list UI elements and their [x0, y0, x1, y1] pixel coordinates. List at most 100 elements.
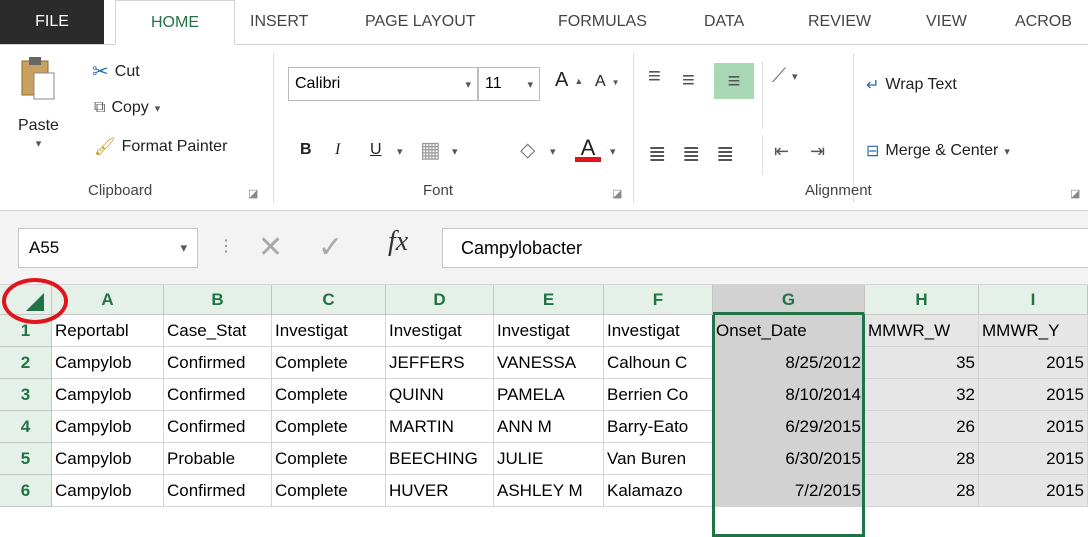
- tab-view[interactable]: VIEW: [926, 0, 967, 44]
- table-cell[interactable]: Van Buren: [604, 443, 713, 475]
- formula-input[interactable]: Campylobacter: [442, 228, 1088, 268]
- table-cell[interactable]: Campylob: [52, 347, 164, 379]
- table-cell[interactable]: Complete: [272, 347, 386, 379]
- clipboard-launcher-icon[interactable]: ◪: [248, 187, 258, 200]
- table-cell[interactable]: QUINN: [386, 379, 494, 411]
- align-top-icon[interactable]: ≡: [648, 63, 661, 89]
- table-cell[interactable]: 7/2/2015: [713, 475, 865, 507]
- alignment-launcher-icon[interactable]: ◪: [1070, 187, 1080, 200]
- table-cell[interactable]: 28: [865, 475, 979, 507]
- table-cell[interactable]: 28: [865, 443, 979, 475]
- table-cell[interactable]: Campylob: [52, 411, 164, 443]
- table-cell[interactable]: Complete: [272, 443, 386, 475]
- header-cell[interactable]: MMWR_Y: [979, 315, 1088, 347]
- header-cell[interactable]: MMWR_W: [865, 315, 979, 347]
- header-cell[interactable]: Investigat: [272, 315, 386, 347]
- cut-button[interactable]: ✂ Cut: [92, 59, 140, 84]
- tab-review[interactable]: REVIEW: [808, 0, 871, 44]
- font-name-select[interactable]: Calibri ▾: [288, 67, 478, 101]
- table-cell[interactable]: 35: [865, 347, 979, 379]
- align-middle-icon[interactable]: ≡: [682, 67, 695, 93]
- italic-button[interactable]: I: [335, 141, 340, 159]
- copy-dropdown-icon[interactable]: ▾: [155, 102, 161, 115]
- table-cell[interactable]: Confirmed: [164, 379, 272, 411]
- align-center-icon[interactable]: ≣: [682, 141, 700, 167]
- column-header-b[interactable]: B: [164, 285, 272, 315]
- name-box[interactable]: A55 ▾: [18, 228, 198, 268]
- table-cell[interactable]: Campylob: [52, 443, 164, 475]
- header-cell[interactable]: Reportabl: [52, 315, 164, 347]
- table-cell[interactable]: ASHLEY M: [494, 475, 604, 507]
- borders-icon[interactable]: ▦: [420, 137, 441, 163]
- header-cell[interactable]: Onset_Date: [713, 315, 865, 347]
- merge-dropdown-icon[interactable]: ▾: [1004, 145, 1010, 158]
- table-cell[interactable]: Complete: [272, 475, 386, 507]
- row-header[interactable]: 4: [0, 411, 52, 443]
- table-cell[interactable]: Barry-Eato: [604, 411, 713, 443]
- tab-formulas[interactable]: FORMULAS: [558, 0, 647, 44]
- tab-file[interactable]: FILE: [0, 0, 104, 44]
- tab-acrobat[interactable]: ACROB: [1015, 0, 1072, 44]
- font-color-dropdown-icon[interactable]: ▾: [610, 145, 616, 158]
- align-left-icon[interactable]: ≣: [648, 141, 666, 167]
- table-cell[interactable]: ANN M: [494, 411, 604, 443]
- row-header[interactable]: 6: [0, 475, 52, 507]
- tab-insert[interactable]: INSERT: [250, 0, 308, 44]
- borders-dropdown-icon[interactable]: ▾: [452, 145, 458, 158]
- font-launcher-icon[interactable]: ◪: [612, 187, 622, 200]
- table-cell[interactable]: 8/25/2012: [713, 347, 865, 379]
- underline-dropdown-icon[interactable]: ▾: [397, 145, 403, 158]
- table-cell[interactable]: 26: [865, 411, 979, 443]
- paste-button[interactable]: Paste ▾: [18, 55, 59, 150]
- row-header[interactable]: 2: [0, 347, 52, 379]
- table-cell[interactable]: 2015: [979, 347, 1088, 379]
- header-cell[interactable]: Investigat: [386, 315, 494, 347]
- table-cell[interactable]: BEECHING: [386, 443, 494, 475]
- table-cell[interactable]: 6/29/2015: [713, 411, 865, 443]
- align-bottom-icon[interactable]: ≡: [714, 63, 754, 99]
- align-right-icon[interactable]: ≣: [716, 141, 734, 167]
- table-cell[interactable]: Probable: [164, 443, 272, 475]
- table-cell[interactable]: PAMELA: [494, 379, 604, 411]
- cancel-icon[interactable]: ✕: [258, 230, 283, 265]
- fill-color-icon[interactable]: ⬦: [520, 137, 535, 163]
- table-cell[interactable]: 32: [865, 379, 979, 411]
- table-cell[interactable]: 6/30/2015: [713, 443, 865, 475]
- wrap-text-button[interactable]: ↵ Wrap Text: [866, 75, 957, 95]
- tab-data[interactable]: DATA: [704, 0, 744, 44]
- shrink-font-button[interactable]: A ▼: [595, 73, 620, 91]
- column-header-i[interactable]: I: [979, 285, 1088, 315]
- table-cell[interactable]: Complete: [272, 411, 386, 443]
- format-painter-button[interactable]: 🖌 Format Painter: [94, 137, 227, 157]
- table-cell[interactable]: 2015: [979, 443, 1088, 475]
- table-cell[interactable]: Confirmed: [164, 475, 272, 507]
- row-header[interactable]: 3: [0, 379, 52, 411]
- column-header-a[interactable]: A: [52, 285, 164, 315]
- enter-icon[interactable]: ✓: [318, 230, 343, 265]
- table-cell[interactable]: VANESSA: [494, 347, 604, 379]
- header-cell[interactable]: Case_Stat: [164, 315, 272, 347]
- decrease-indent-icon[interactable]: ⇤: [774, 141, 789, 162]
- header-cell[interactable]: Investigat: [604, 315, 713, 347]
- underline-button[interactable]: U: [370, 141, 382, 159]
- table-cell[interactable]: Berrien Co: [604, 379, 713, 411]
- table-cell[interactable]: JEFFERS: [386, 347, 494, 379]
- font-color-button[interactable]: A: [575, 135, 601, 162]
- bold-button[interactable]: B: [300, 141, 312, 159]
- table-cell[interactable]: Confirmed: [164, 411, 272, 443]
- column-header-g[interactable]: G: [713, 285, 865, 315]
- orientation-icon[interactable]: ⟋ ▾: [772, 65, 798, 88]
- grow-font-button[interactable]: A ▲: [555, 69, 583, 92]
- tab-page-layout[interactable]: PAGE LAYOUT: [365, 0, 476, 44]
- column-header-c[interactable]: C: [272, 285, 386, 315]
- column-header-f[interactable]: F: [604, 285, 713, 315]
- insert-function-icon[interactable]: fx: [388, 226, 408, 258]
- merge-center-button[interactable]: ⊟ Merge & Center ▾: [866, 141, 1010, 161]
- table-cell[interactable]: HUVER: [386, 475, 494, 507]
- increase-indent-icon[interactable]: ⇥: [810, 141, 825, 162]
- table-cell[interactable]: Campylob: [52, 379, 164, 411]
- paste-dropdown-icon[interactable]: ▾: [36, 137, 42, 150]
- table-cell[interactable]: Calhoun C: [604, 347, 713, 379]
- column-header-h[interactable]: H: [865, 285, 979, 315]
- table-cell[interactable]: 2015: [979, 475, 1088, 507]
